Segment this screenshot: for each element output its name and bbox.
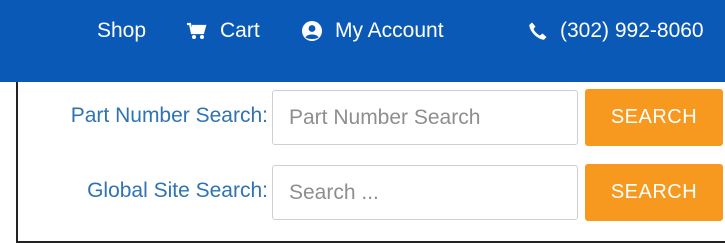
user-circle-icon [301, 20, 323, 42]
nav-cart-label: Cart [220, 19, 260, 42]
nav-cart-link[interactable]: Cart [186, 19, 260, 43]
part-search-label: Part Number Search: [70, 104, 268, 127]
part-search-button[interactable]: SEARCH [585, 89, 723, 146]
nav-account-link[interactable]: My Account [301, 19, 444, 43]
phone-icon [528, 21, 548, 41]
nav-shop-label: Shop [97, 19, 147, 42]
site-search-input[interactable] [272, 165, 578, 220]
nav-shop-link[interactable]: Shop [97, 19, 146, 43]
site-search-label: Global Site Search: [87, 179, 268, 202]
nav-account-label: My Account [335, 19, 444, 42]
site-search-button[interactable]: SEARCH [585, 164, 723, 221]
top-nav-bar: Shop Cart My Account (302) 992-8060 [0, 0, 725, 82]
nav-phone-link[interactable]: (302) 992-8060 [528, 19, 704, 43]
cart-icon [186, 22, 208, 40]
nav-phone-label: (302) 992-8060 [560, 19, 704, 42]
part-search-input[interactable] [272, 90, 578, 145]
top-nav: Shop Cart My Account (302) 992-8060 [0, 16, 725, 46]
